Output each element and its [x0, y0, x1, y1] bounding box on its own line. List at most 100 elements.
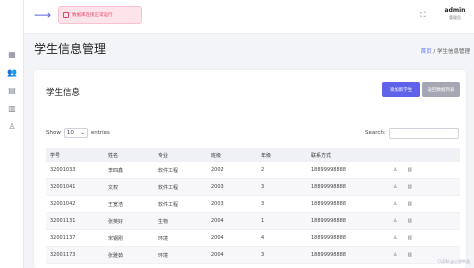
trash-icon[interactable]: ▥: [407, 201, 412, 207]
briefcase-icon[interactable]: ▤: [6, 84, 18, 96]
person-edit-icon[interactable]: ♙: [393, 201, 397, 207]
cell-major: 生物: [158, 218, 169, 225]
cell-contact: 18899998888: [311, 184, 346, 190]
cell-grade: 3: [261, 201, 265, 207]
table-body: 32001033 李四鑫 软件工程 2002 2 18899998888 ♙ ▥…: [46, 162, 460, 264]
cell-class: 2002: [211, 167, 224, 173]
trash-icon[interactable]: ▥: [407, 235, 412, 241]
header-major[interactable]: 专业: [158, 152, 211, 159]
table-row: 32001137 宋钢刚 环境 2004 4 18899998888 ♙ ▥: [46, 230, 460, 247]
cell-major: 软件工程: [158, 201, 179, 208]
breadcrumb-separator: /: [433, 49, 436, 55]
cell-grade: 3: [261, 252, 265, 258]
cell-class: 2004: [211, 218, 224, 224]
cell-grade: 4: [261, 235, 265, 241]
add-student-button[interactable]: 添加新学生: [382, 82, 420, 97]
entries-control: Show 10 ⌄ entries: [46, 127, 110, 139]
cell-class: 2004: [211, 252, 224, 258]
sidebar: ▦ 👥 ▤ ▥ ♙: [0, 0, 24, 268]
person-edit-icon[interactable]: ♙: [393, 218, 397, 224]
cell-contact: 18899998888: [311, 235, 346, 241]
collapse-arrow-icon[interactable]: ⟶: [34, 8, 52, 22]
person-edit-icon[interactable]: ♙: [393, 167, 397, 173]
cell-name: 张雅茹: [108, 252, 124, 259]
cell-major: 环境: [158, 252, 169, 259]
cell-major: 软件工程: [158, 184, 179, 191]
user-name: admin: [444, 7, 466, 14]
fullscreen-icon[interactable]: ⛶: [416, 8, 430, 22]
cell-contact: 18899998888: [311, 218, 346, 224]
row-actions: ♙ ▥: [391, 201, 460, 207]
breadcrumb: 首页 / 学生信息管理: [421, 47, 470, 55]
cell-student-id: 32001042: [50, 201, 76, 207]
cell-name: 王宽浩: [108, 201, 124, 208]
breadcrumb-current: 学生信息管理: [436, 49, 470, 55]
cell-grade: 3: [261, 184, 265, 190]
table-row: 32001042 王宽浩 软件工程 2003 3 18899998888 ♙ ▥: [46, 196, 460, 213]
table-header-row: 学号 姓名 专业 班级 年级 联系方式: [46, 148, 460, 162]
cell-contact: 18899998888: [311, 167, 346, 173]
header-contact[interactable]: 联系方式: [311, 152, 391, 159]
student-table: 学号 姓名 专业 班级 年级 联系方式 32001033 李四鑫 软件工程 20…: [46, 148, 460, 264]
user-menu[interactable]: admin 管理员: [438, 4, 472, 30]
page-title: 学生信息管理: [34, 42, 107, 56]
topbar: ⟶ 数据库连接正常运行 ⛶ admin 管理员: [24, 0, 474, 34]
cell-grade: 2: [261, 167, 265, 173]
users-icon[interactable]: 👥: [6, 66, 18, 78]
cell-grade: 1: [261, 218, 265, 224]
row-actions: ♙ ▥: [391, 235, 460, 241]
show-label: Show: [46, 130, 61, 136]
cell-name: 宋钢刚: [108, 235, 124, 242]
student-info-card: 学生信息 添加新学生 返回数据列表 Show 10 ⌄ entries Sear…: [34, 70, 466, 268]
header-class[interactable]: 班级: [211, 152, 261, 159]
person-edit-icon[interactable]: ♙: [393, 252, 397, 258]
row-actions: ♙ ▥: [391, 218, 460, 224]
person-edit-icon[interactable]: ♙: [393, 235, 397, 241]
db-status-notice: 数据库连接正常运行: [58, 6, 142, 24]
table-row: 32001033 李四鑫 软件工程 2002 2 18899998888 ♙ ▥: [46, 162, 460, 179]
search-control: Search:: [365, 127, 459, 139]
chevron-down-icon: ⌄: [80, 130, 85, 136]
grid-icon[interactable]: ▦: [6, 48, 18, 60]
table-row: 32001173 张雅茹 环境 2004 3 18899998888 ♙ ▥: [46, 247, 460, 264]
card-title: 学生信息: [46, 88, 81, 98]
person-icon[interactable]: ♙: [6, 120, 18, 132]
cell-contact: 18899998888: [311, 201, 346, 207]
cell-class: 2004: [211, 235, 224, 241]
cell-student-id: 32001131: [50, 218, 76, 224]
cell-name: 李四鑫: [108, 167, 124, 174]
header-name[interactable]: 姓名: [108, 152, 158, 159]
watermark: CSDN @小想鸭蛋: [437, 259, 470, 264]
cell-class: 2003: [211, 184, 224, 190]
table-row: 32001131 张英好 生物 2004 1 18899998888 ♙ ▥: [46, 213, 460, 230]
header-student-id[interactable]: 学号: [46, 152, 108, 159]
trash-icon[interactable]: ▥: [407, 218, 412, 224]
table-row: 32001041 文权 软件工程 2003 3 18899998888 ♙ ▥: [46, 179, 460, 196]
row-actions: ♙ ▥: [391, 167, 460, 173]
cell-student-id: 32001137: [50, 235, 76, 241]
cell-student-id: 32001033: [50, 167, 76, 173]
cell-class: 2003: [211, 201, 224, 207]
trash-icon[interactable]: ▥: [407, 184, 412, 190]
cell-major: 软件工程: [158, 167, 179, 174]
cell-student-id: 32001041: [50, 184, 76, 190]
search-label: Search:: [365, 130, 386, 136]
search-input[interactable]: [388, 127, 459, 139]
calendar-icon: [63, 12, 69, 18]
trash-icon[interactable]: ▥: [407, 167, 412, 173]
cell-student-id: 32001173: [50, 252, 76, 258]
entries-select[interactable]: 10 ⌄: [63, 128, 88, 138]
back-to-list-button[interactable]: 返回数据列表: [422, 82, 460, 97]
cell-contact: 18899998888: [311, 252, 346, 258]
book-icon[interactable]: ▥: [6, 102, 18, 114]
entries-label: entries: [90, 130, 110, 136]
row-actions: ♙ ▥: [391, 184, 460, 190]
user-role: 管理员: [449, 15, 461, 20]
person-edit-icon[interactable]: ♙: [393, 184, 397, 190]
row-actions: ♙ ▥: [391, 252, 460, 258]
trash-icon[interactable]: ▥: [407, 252, 412, 258]
breadcrumb-home[interactable]: 首页: [421, 49, 432, 55]
header-grade[interactable]: 年级: [261, 152, 311, 159]
page-header: 学生信息管理 首页 / 学生信息管理: [34, 40, 474, 64]
cell-name: 文权: [108, 184, 119, 191]
